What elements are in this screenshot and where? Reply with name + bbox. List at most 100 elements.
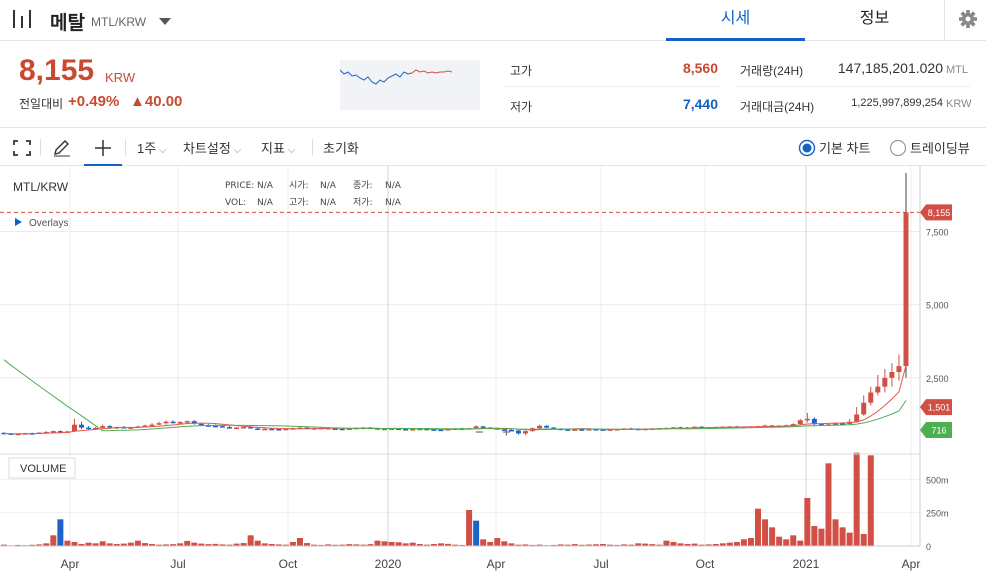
x-tick-label: Oct xyxy=(696,557,715,571)
candle-body xyxy=(438,429,444,432)
volume-bar xyxy=(501,541,508,546)
volume-bar xyxy=(811,526,818,546)
candle-body xyxy=(861,402,867,415)
chevron-down-icon: ⌵ xyxy=(156,145,167,156)
volume-bar xyxy=(804,498,811,546)
ticker-summary xyxy=(0,41,986,128)
volume-bar xyxy=(867,455,874,546)
volume-value: 147,185,201.020 xyxy=(837,60,943,76)
reset-button[interactable]: 초기화 xyxy=(323,138,359,157)
candle-body xyxy=(410,429,416,431)
volume-bar xyxy=(860,534,867,546)
candle-body xyxy=(515,430,521,434)
volume-bar xyxy=(466,510,473,546)
divider xyxy=(125,139,126,156)
legend-price-value: N/A xyxy=(257,181,274,191)
amount-value: 1,225,997,899,254 xyxy=(851,97,943,109)
legend-open-value: N/A xyxy=(320,181,337,191)
volume-bar xyxy=(64,540,71,546)
play-icon[interactable] xyxy=(15,218,22,226)
volume-bar xyxy=(755,508,762,546)
change-amount: ▲40.00 xyxy=(130,93,183,110)
candle-body xyxy=(889,371,895,378)
pencil-icon[interactable] xyxy=(52,139,72,157)
volume-bar xyxy=(747,538,754,546)
y-tick-label: 5,000 xyxy=(926,301,949,311)
x-tick-label: Oct xyxy=(279,557,298,571)
volume-bar xyxy=(783,539,790,546)
volume-bar xyxy=(374,540,381,546)
volume-bar xyxy=(797,540,804,546)
interval-select[interactable]: 1주 ⌵ xyxy=(137,138,167,157)
change-percent: +0.49% xyxy=(68,93,120,110)
coin-pair[interactable]: MTL/KRW xyxy=(91,15,146,29)
basic-chart-option[interactable]: 기본 차트 xyxy=(819,138,870,157)
volume-tick-label: 0 xyxy=(926,542,931,552)
volume-bar xyxy=(57,519,64,546)
volume-tick-label: 250m xyxy=(926,509,949,519)
candle-body xyxy=(882,377,888,387)
volume-bar xyxy=(388,542,395,546)
overlays-label[interactable]: Overlays xyxy=(29,218,68,229)
candle-body xyxy=(544,425,550,428)
volume-bar xyxy=(480,539,487,546)
gear-icon xyxy=(959,10,977,28)
y-tick-label: 7,500 xyxy=(926,228,949,238)
volume-bar xyxy=(776,536,783,546)
x-tick-label: Jul xyxy=(170,557,185,571)
candle-body xyxy=(339,428,345,431)
indicators-menu[interactable]: 지표 ⌵ xyxy=(261,138,295,157)
volume-bar xyxy=(254,540,261,546)
candle-body xyxy=(797,420,803,425)
candle-body xyxy=(896,366,902,372)
x-tick-label: Jul xyxy=(593,557,608,571)
radio-checked-icon[interactable] xyxy=(798,139,816,157)
volume-bar xyxy=(487,542,494,546)
tab-price[interactable]: 시세 xyxy=(666,0,805,41)
chart-settings-label: 차트설정 xyxy=(183,141,231,156)
candle-body xyxy=(71,424,77,432)
volume-bar xyxy=(494,538,501,546)
tab-info[interactable]: 정보 xyxy=(805,0,944,41)
legend-low-value: N/A xyxy=(385,198,402,208)
volume-label: VOLUME xyxy=(20,463,66,475)
candle-body xyxy=(100,426,106,428)
price-chart[interactable]: 7,500 5,000 2,500 500m 250m 0 Apr Jul Oct 2020 Apr… xyxy=(0,166,986,576)
ma-long-line xyxy=(3,359,907,432)
x-tick-label: 2021 xyxy=(793,557,820,571)
volume-bar xyxy=(832,519,839,546)
legend-close-value: N/A xyxy=(385,181,402,191)
volume-bar xyxy=(818,528,825,546)
x-tick-label: Apr xyxy=(487,557,506,571)
price-unit: KRW xyxy=(105,70,136,85)
candle-body xyxy=(269,428,275,431)
candle-body xyxy=(177,422,183,424)
legend-vol-label: VOL: xyxy=(225,198,246,208)
zoom-in-button[interactable]: + xyxy=(502,424,511,441)
volume-bar xyxy=(846,532,853,546)
chevron-down-icon[interactable] xyxy=(158,17,172,27)
chart-settings-menu[interactable]: 차트설정 ⌵ xyxy=(183,138,241,157)
amount-unit: KRW xyxy=(946,98,972,110)
amount-label: 거래대금(24H) xyxy=(740,100,815,114)
volume-bar xyxy=(740,539,747,546)
radio-unchecked-icon[interactable] xyxy=(889,139,907,157)
chevron-down-icon: ⌵ xyxy=(284,145,296,156)
fullscreen-icon[interactable] xyxy=(12,139,32,157)
zoom-out-button[interactable]: − xyxy=(475,424,484,441)
high-label: 고가 xyxy=(510,64,533,78)
tradingview-option[interactable]: 트레이딩뷰 xyxy=(910,138,970,157)
candle-body xyxy=(537,425,543,429)
candle-body xyxy=(854,414,860,422)
candle-body xyxy=(227,427,232,429)
x-tick-label: 2020 xyxy=(375,557,402,571)
volume-bar xyxy=(99,541,106,546)
volume-bar xyxy=(247,535,254,546)
volume-bar xyxy=(670,542,677,546)
volume-bar xyxy=(839,527,846,546)
candle-body xyxy=(522,431,528,434)
volume-bar xyxy=(762,519,769,546)
chart-grid xyxy=(0,166,920,547)
crosshair-tool[interactable] xyxy=(84,130,122,166)
settings-button[interactable] xyxy=(944,0,986,41)
